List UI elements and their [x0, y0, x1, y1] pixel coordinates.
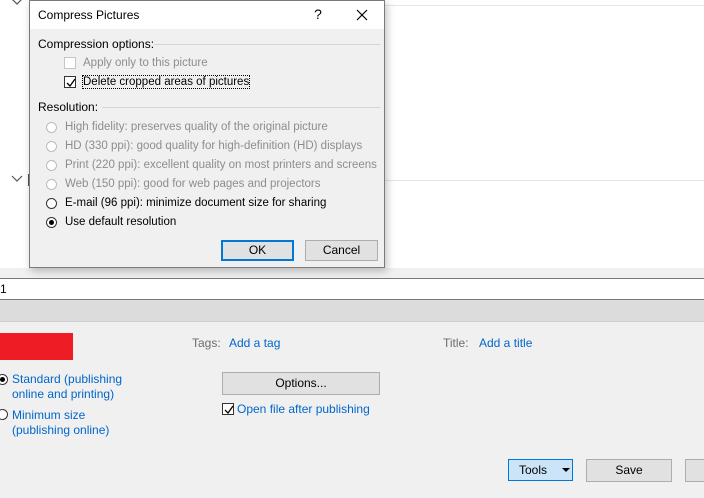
standard-option-line2[interactable]: online and printing)	[12, 387, 114, 401]
apply-only-checkbox[interactable]	[64, 57, 76, 69]
help-button[interactable]: ?	[310, 6, 326, 22]
minimum-option-line1[interactable]: Minimum size	[12, 408, 85, 422]
divider	[385, 180, 704, 181]
default-resolution-radio[interactable]	[46, 217, 57, 228]
title-label: Title:	[443, 336, 469, 350]
dialog-title: Compress Pictures	[38, 8, 140, 22]
apply-only-label: Apply only to this picture	[83, 57, 208, 69]
minimum-size-radio[interactable]	[0, 409, 8, 420]
checkmark-icon	[66, 78, 76, 88]
chevron-down-icon[interactable]	[11, 174, 23, 184]
print-220-radio[interactable]	[46, 160, 57, 171]
compression-options-heading: Compression options:	[38, 37, 155, 51]
group-divider	[154, 44, 380, 45]
divider	[385, 5, 704, 6]
web-150-radio[interactable]	[46, 179, 57, 190]
standard-radio[interactable]	[0, 374, 8, 385]
tools-button-label: Tools	[519, 463, 548, 477]
minimum-option-line2[interactable]: (publishing online)	[12, 423, 109, 437]
web-150-label: Web (150 ppi): good for web pages and pr…	[65, 178, 321, 190]
hd-330-label: HD (330 ppi): good quality for high-defi…	[65, 140, 363, 152]
default-resolution-label[interactable]: Use default resolution	[65, 216, 176, 228]
save-as-type-bar[interactable]	[0, 300, 704, 322]
delete-cropped-label[interactable]: Delete cropped areas of pictures	[81, 75, 251, 89]
file-name-input[interactable]	[0, 278, 704, 300]
hd-330-radio[interactable]	[46, 141, 57, 152]
add-tag-link[interactable]: Add a tag	[229, 336, 280, 350]
print-220-label: Print (220 ppi): excellent quality on mo…	[65, 159, 377, 171]
file-name-value: 1	[0, 282, 7, 296]
delete-cropped-checkbox[interactable]	[64, 76, 76, 88]
brand-color-swatch	[0, 333, 73, 360]
chevron-down-icon[interactable]	[11, 0, 23, 7]
ok-button[interactable]: OK	[221, 240, 294, 261]
save-button[interactable]: Save	[586, 459, 672, 482]
tools-button[interactable]: Tools	[508, 459, 573, 481]
dropdown-arrow-icon	[562, 468, 570, 472]
resolution-heading: Resolution:	[38, 100, 99, 114]
open-after-publishing-checkbox[interactable]	[222, 403, 234, 415]
high-fidelity-radio[interactable]	[46, 122, 57, 133]
email-96-radio[interactable]	[46, 198, 57, 209]
high-fidelity-label: High fidelity: preserves quality of the …	[65, 121, 328, 133]
compress-pictures-dialog: Compress Pictures ? Compression options:…	[29, 0, 385, 268]
close-icon[interactable]	[353, 6, 371, 24]
add-title-link[interactable]: Add a title	[479, 336, 532, 350]
standard-option-line1[interactable]: Standard (publishing	[12, 372, 122, 386]
separator-band	[0, 268, 704, 278]
tags-label: Tags:	[192, 336, 221, 350]
checkmark-icon	[224, 405, 234, 415]
cancel-button-partial[interactable]	[685, 459, 704, 482]
open-after-publishing-label[interactable]: Open file after publishing	[237, 402, 370, 416]
options-button[interactable]: Options...	[222, 372, 380, 395]
group-divider	[102, 107, 380, 108]
cancel-button[interactable]: Cancel	[305, 240, 378, 261]
email-96-label[interactable]: E-mail (96 ppi): minimize document size …	[65, 197, 326, 209]
